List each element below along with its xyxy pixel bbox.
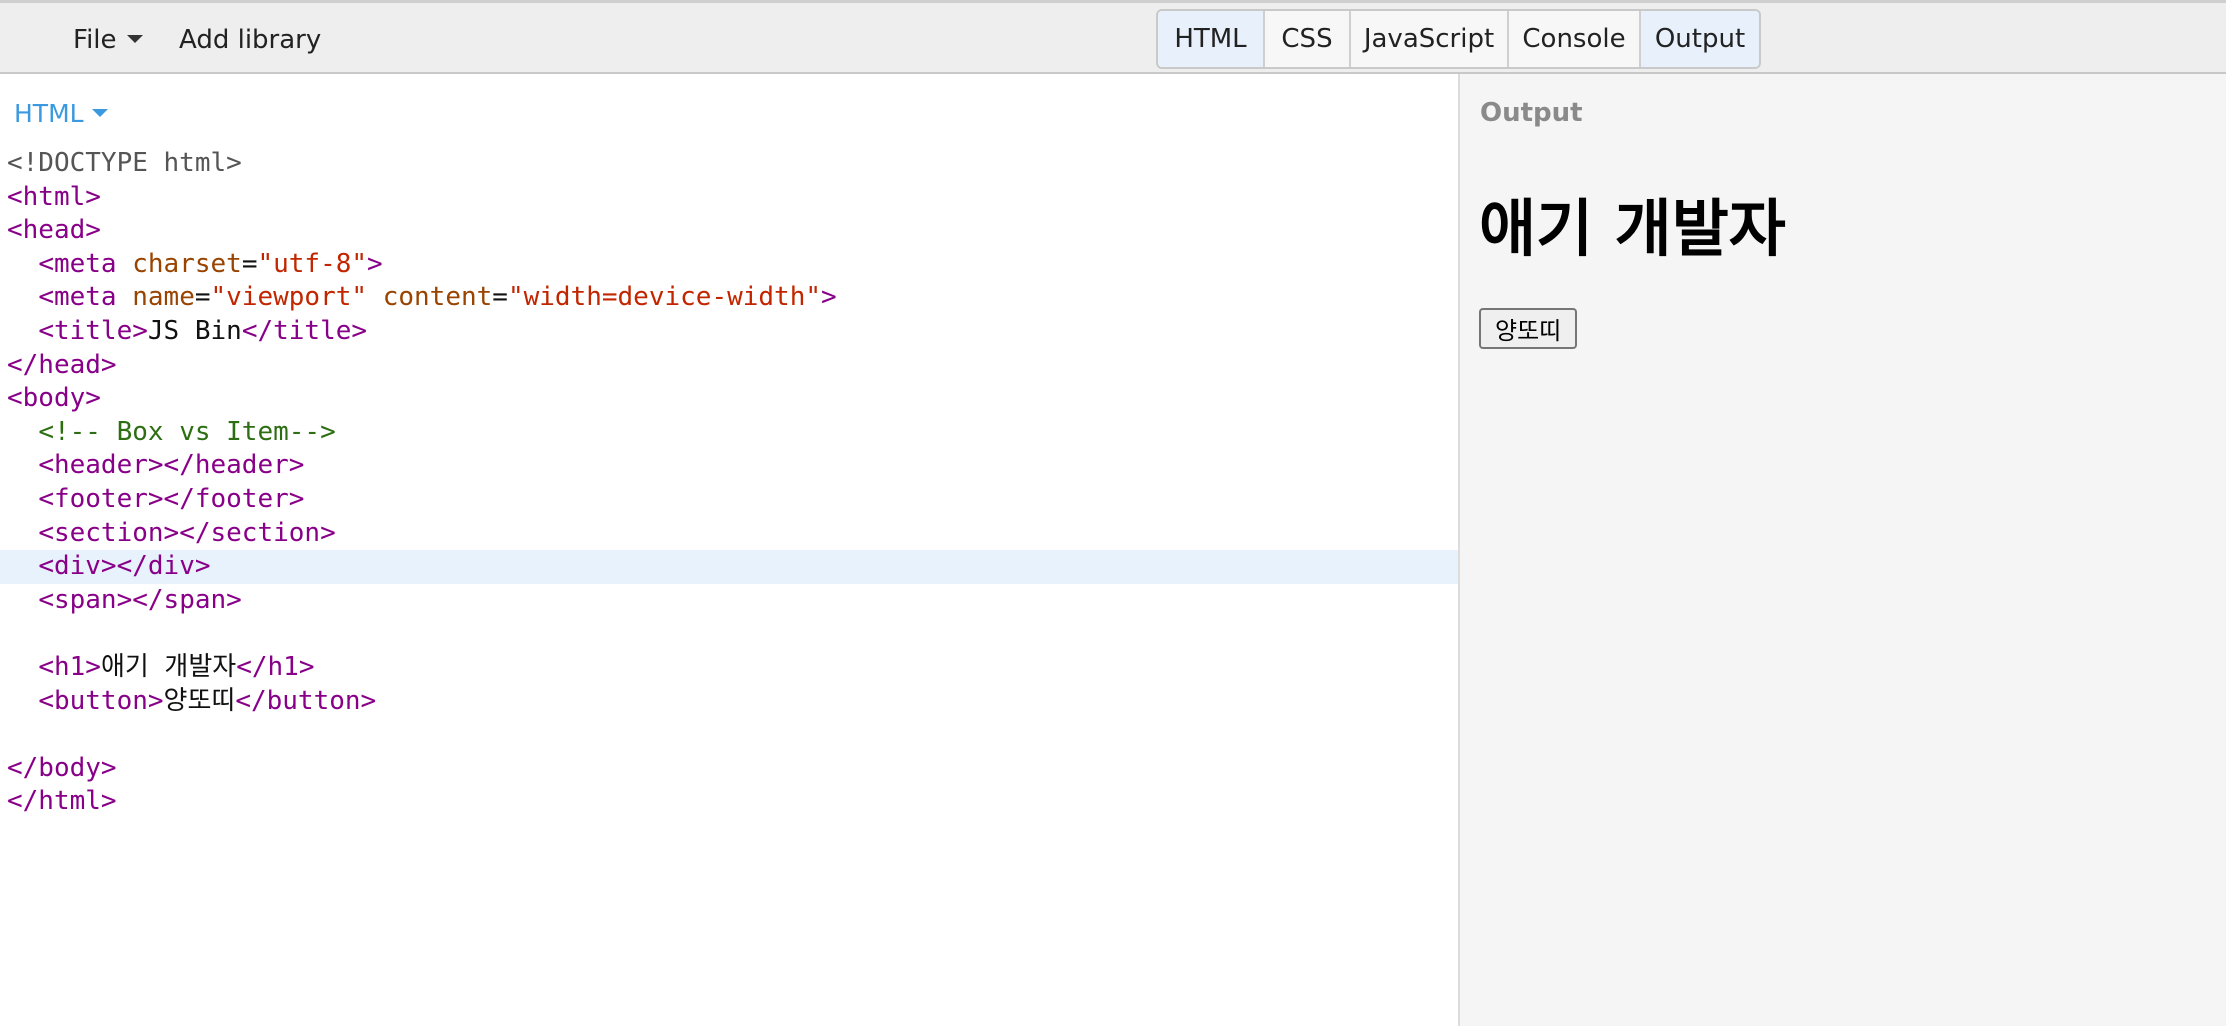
- code-line[interactable]: <div></div>: [0, 550, 1458, 584]
- code-line[interactable]: <footer></footer>: [0, 483, 1458, 517]
- code-token: <!-- Box vs Item-->: [38, 416, 336, 447]
- code-token: 애기 개발자: [100, 651, 237, 682]
- tab-css[interactable]: CSS: [1265, 11, 1351, 67]
- code-token: <html>: [7, 181, 101, 212]
- code-token: <!DOCTYPE html>: [7, 148, 242, 178]
- panel-tabs: HTML CSS JavaScript Console Output: [1156, 9, 1761, 69]
- code-line[interactable]: <header></header>: [0, 449, 1458, 483]
- code-token: =: [241, 248, 258, 279]
- code-editor[interactable]: <!DOCTYPE html> <html> <head> <meta charse…: [0, 147, 1458, 819]
- code-line[interactable]: <meta name="viewport" content="width=dev…: [0, 281, 1458, 315]
- code-line[interactable]: </head>: [0, 349, 1458, 383]
- top-toolbar: File Add library HTML CSS JavaScript Con…: [0, 0, 2226, 74]
- code-token: content: [382, 282, 493, 313]
- code-token: <title>: [38, 315, 148, 346]
- code-token: name: [132, 282, 195, 313]
- code-token: <div></div>: [38, 551, 211, 582]
- code-token: <section></section>: [38, 517, 336, 548]
- caret-down-icon: [126, 34, 143, 43]
- code-line[interactable]: <body>: [0, 382, 1458, 416]
- code-line[interactable]: <!DOCTYPE html>: [0, 147, 1458, 181]
- code-token: 양또띠: [163, 685, 236, 716]
- code-token: >: [367, 248, 383, 279]
- code-token: JS Bin: [147, 315, 242, 346]
- code-token: <meta: [38, 248, 133, 279]
- code-token: </title>: [241, 315, 368, 346]
- code-line[interactable]: </body>: [0, 752, 1458, 786]
- add-library-menu[interactable]: Add library: [179, 23, 321, 57]
- code-token: <header></header>: [38, 450, 305, 481]
- code-token: <meta: [38, 282, 133, 313]
- output-panel: Output 애기 개발자 양또띠: [1460, 74, 2226, 1026]
- code-token: <h1>: [38, 651, 101, 682]
- code-line[interactable]: <button>양또띠</button>: [0, 685, 1458, 719]
- code-line[interactable]: <html>: [0, 181, 1458, 215]
- code-token: </body>: [7, 752, 117, 783]
- code-token: charset: [132, 248, 242, 279]
- tab-html[interactable]: HTML: [1158, 11, 1265, 67]
- code-token: </head>: [7, 349, 117, 380]
- html-panel-dropdown[interactable]: HTML: [14, 99, 108, 128]
- code-line[interactable]: <h1>애기 개발자</h1>: [0, 651, 1458, 685]
- code-token: </html>: [7, 786, 117, 817]
- output-panel-label: Output: [1480, 98, 1583, 128]
- tab-javascript[interactable]: JavaScript: [1351, 11, 1509, 67]
- html-panel-label: HTML: [14, 99, 84, 128]
- code-line[interactable]: <title>JS Bin</title>: [0, 315, 1458, 349]
- code-line[interactable]: </html>: [0, 785, 1458, 819]
- code-token: <head>: [7, 215, 101, 246]
- tab-console[interactable]: Console: [1509, 11, 1641, 67]
- code-line[interactable]: <span></span>: [0, 584, 1458, 618]
- code-line[interactable]: <section></section>: [0, 517, 1458, 551]
- code-token: =: [194, 282, 211, 313]
- code-line[interactable]: [0, 718, 1458, 752]
- output-button[interactable]: 양또띠: [1479, 308, 1578, 349]
- code-token: <button>: [38, 685, 164, 716]
- code-token: >: [821, 282, 837, 313]
- code-token: <footer></footer>: [38, 483, 305, 514]
- tab-output[interactable]: Output: [1641, 11, 1759, 67]
- code-line[interactable]: <!-- Box vs Item-->: [0, 416, 1458, 450]
- html-editor-panel[interactable]: HTML <!DOCTYPE html> <html> <head> <meta c…: [0, 74, 1460, 1026]
- code-token: </button>: [235, 685, 377, 716]
- code-token: "width=device-width": [507, 282, 822, 313]
- code-token: "viewport": [210, 282, 368, 313]
- code-token: <body>: [7, 383, 101, 414]
- code-token: <span></span>: [38, 584, 242, 615]
- code-token: "utf-8": [257, 248, 368, 279]
- caret-down-icon: [91, 109, 108, 117]
- output-heading: 애기 개발자: [1479, 192, 1786, 265]
- code-token: </h1>: [236, 651, 315, 682]
- code-line[interactable]: <head>: [0, 214, 1458, 248]
- code-token: =: [492, 282, 508, 313]
- file-menu[interactable]: File: [73, 23, 143, 57]
- code-line[interactable]: <meta charset="utf-8">: [0, 248, 1458, 282]
- code-line[interactable]: [0, 617, 1458, 651]
- file-menu-label: File: [73, 25, 117, 55]
